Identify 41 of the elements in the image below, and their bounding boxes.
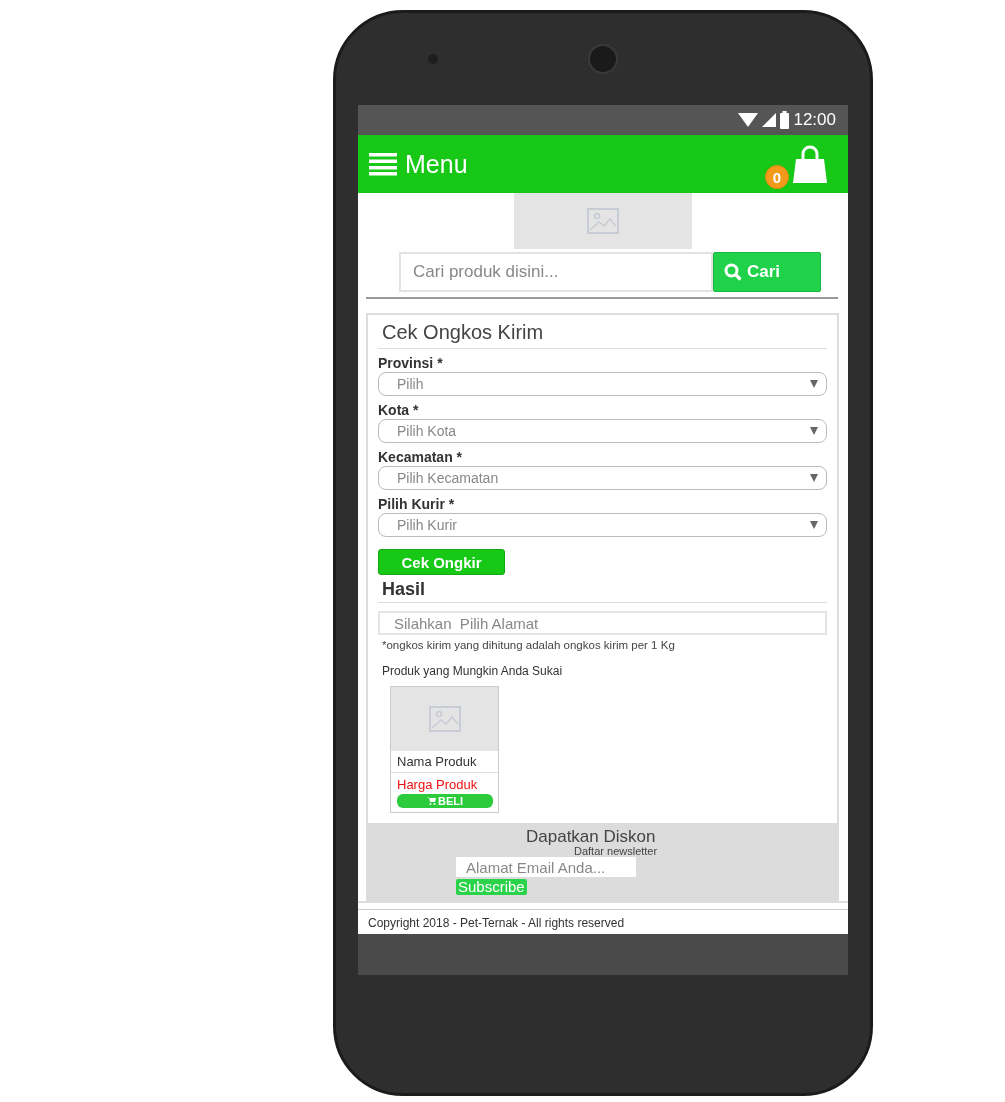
shipping-note: *ongkos kirim yang dihitung adalah ongkos kirim per 1 Kg bbox=[382, 639, 676, 651]
battery-icon bbox=[780, 111, 790, 129]
image-icon bbox=[428, 706, 461, 732]
caret-icon bbox=[810, 380, 818, 388]
search-field[interactable]: Cari produk disini... bbox=[399, 252, 713, 292]
select-field[interactable]: Pilih Kurir bbox=[378, 513, 827, 537]
buy-button[interactable]: BELI bbox=[397, 794, 493, 808]
image-icon bbox=[586, 208, 620, 234]
field-label: Kota * bbox=[378, 402, 420, 418]
field-label: Pilih Kurir * bbox=[378, 496, 456, 512]
search-icon bbox=[724, 263, 742, 281]
field-label: Provinsi * bbox=[378, 355, 444, 371]
wifi-icon bbox=[738, 113, 759, 127]
search-button[interactable]: Cari bbox=[713, 252, 821, 292]
caret-icon bbox=[810, 521, 818, 529]
select-field[interactable]: Pilih Kecamatan bbox=[378, 466, 827, 490]
cart-icon bbox=[426, 797, 436, 805]
result-field[interactable]: Silahkan Pilih Alamat bbox=[378, 611, 827, 635]
copyright-text: Copyright 2018 - Pet-Ternak - All rights reserved bbox=[358, 909, 848, 934]
caret-icon bbox=[810, 427, 818, 435]
product-name: Nama Produk bbox=[391, 751, 498, 773]
field-label: Kecamatan * bbox=[378, 449, 464, 465]
check-shipping-button[interactable]: Cek Ongkir bbox=[378, 549, 505, 575]
cart-count-badge: 0 bbox=[765, 165, 789, 189]
product-price: Harga Produk bbox=[396, 776, 479, 792]
section-heading: Produk yang Mungkin Anda Sukai bbox=[382, 664, 564, 678]
email-field[interactable]: Alamat Email Anda... bbox=[456, 857, 636, 877]
newsletter-subtitle: Daftar newsletter bbox=[574, 845, 658, 857]
result-heading: Hasil bbox=[378, 575, 827, 603]
shopping-bag-icon[interactable] bbox=[790, 145, 830, 185]
select-field[interactable]: Pilih Kota bbox=[378, 419, 827, 443]
newsletter-title: Dapatkan Diskon bbox=[526, 827, 656, 847]
status-time: 12:00 bbox=[793, 110, 836, 130]
form-title: Cek Ongkos Kirim bbox=[378, 321, 827, 349]
select-field[interactable]: Pilih bbox=[378, 372, 827, 396]
subscribe-button[interactable]: Subscribe bbox=[456, 879, 527, 895]
caret-icon bbox=[810, 474, 818, 482]
signal-icon bbox=[762, 113, 777, 127]
menu-icon[interactable] bbox=[369, 152, 397, 176]
camera-icon bbox=[588, 44, 618, 74]
menu-title[interactable]: Menu bbox=[405, 149, 468, 179]
